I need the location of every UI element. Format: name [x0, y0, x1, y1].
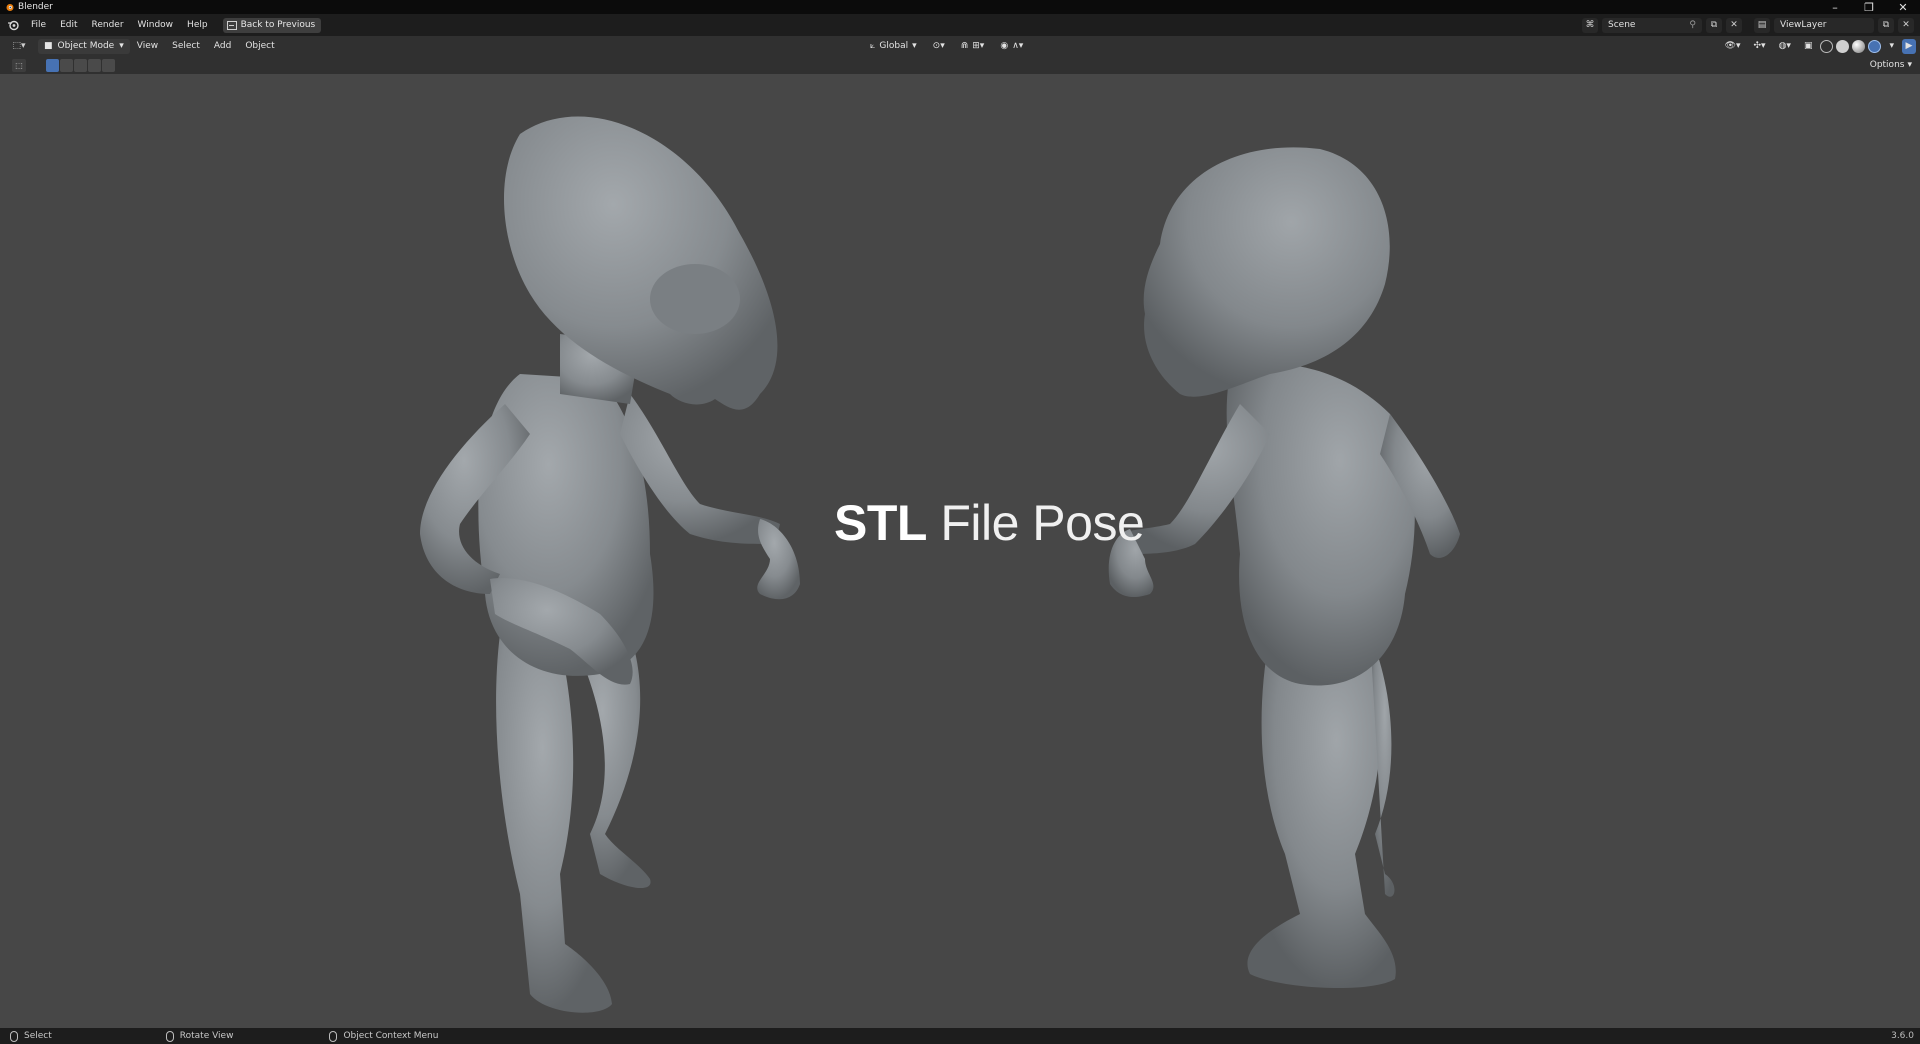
- back-to-previous-label: Back to Previous: [240, 20, 316, 30]
- transform-orientation-select[interactable]: ⟀ Global ▾: [865, 39, 922, 54]
- solid-shading-icon[interactable]: [1836, 39, 1850, 53]
- selection-mode-group: [46, 58, 115, 72]
- orientation-icon: ⟀: [870, 41, 876, 51]
- scene-selector-icon[interactable]: ⌘: [1582, 17, 1598, 33]
- delete-scene-icon[interactable]: ✕: [1726, 17, 1742, 33]
- window-title: Blender: [18, 2, 53, 12]
- menu-add[interactable]: Add: [207, 41, 238, 51]
- 3d-viewport[interactable]: STL File Pose: [0, 74, 1920, 1028]
- magnet-icon: ⋒: [960, 41, 969, 51]
- chevron-down-icon: ▾: [912, 41, 917, 51]
- scene-name: Scene: [1608, 20, 1636, 30]
- window-titlebar: Blender – ❐ ✕: [0, 0, 1920, 14]
- mouse-middle-icon: [165, 1030, 174, 1042]
- object-mode-select[interactable]: ■ Object Mode ▾: [38, 38, 130, 54]
- menu-object[interactable]: Object: [238, 41, 281, 51]
- new-view-layer-icon[interactable]: ⧉: [1878, 17, 1894, 33]
- select-new-icon[interactable]: [46, 58, 59, 72]
- maximize-icon[interactable]: ❐: [1852, 0, 1886, 14]
- menu-window[interactable]: Window: [131, 14, 181, 36]
- blender-logo-icon: [6, 4, 14, 11]
- status-select: Select: [10, 1030, 52, 1042]
- overlays-icon: ◍▾: [1778, 41, 1791, 51]
- status-bar: Select Rotate View Object Context Menu 3…: [0, 1028, 1920, 1044]
- viewport-headline: STL File Pose: [834, 494, 1145, 552]
- object-mode-label: Object Mode: [57, 41, 115, 51]
- gizmo-icon: ✣▾: [1753, 41, 1766, 51]
- rendered-shading-icon[interactable]: [1868, 39, 1882, 53]
- menu-file[interactable]: File: [24, 14, 53, 36]
- top-menu-bar: File Edit Render Window Help Back to Pre…: [0, 14, 1920, 36]
- editor-type-icon[interactable]: ⬚▾: [6, 38, 32, 54]
- minimize-icon[interactable]: –: [1818, 0, 1852, 14]
- options-dropdown[interactable]: Options ▾: [1870, 58, 1912, 72]
- shading-options[interactable]: ▾: [1884, 39, 1899, 54]
- status-context-label: Object Context Menu: [343, 1031, 439, 1041]
- viewport-header: ⬚▾ ■ Object Mode ▾ View Select Add Objec…: [0, 36, 1920, 56]
- chevron-down-icon: ▾: [119, 41, 124, 51]
- pivot-icon: ⊙▾: [932, 41, 945, 51]
- transform-orientation-label: Global: [879, 41, 909, 51]
- alien-model-left[interactable]: [420, 116, 800, 1013]
- delete-view-layer-icon[interactable]: ✕: [1898, 17, 1914, 33]
- menu-edit[interactable]: Edit: [53, 14, 84, 36]
- proportional-edit-icon: ◉: [1000, 41, 1009, 51]
- falloff-icon: ∧▾: [1012, 41, 1024, 51]
- status-context-menu: Object Context Menu: [329, 1030, 439, 1042]
- object-mode-icon: ■: [44, 41, 53, 51]
- view-layer-field[interactable]: ViewLayer: [1774, 17, 1874, 33]
- xray-toggle[interactable]: ▣: [1799, 39, 1818, 54]
- xray-icon: ▣: [1803, 41, 1813, 51]
- back-to-previous-button[interactable]: Back to Previous: [222, 17, 322, 33]
- material-preview-shading-icon[interactable]: [1852, 39, 1866, 53]
- play-icon: ▶: [1905, 41, 1913, 51]
- view-layer-selector-icon[interactable]: ▤: [1754, 17, 1770, 33]
- alien-model-right[interactable]: [1108, 147, 1460, 989]
- mouse-right-icon: [329, 1030, 338, 1042]
- headline-light: File Pose: [940, 495, 1145, 551]
- overlays-toggle[interactable]: ◍▾: [1774, 39, 1796, 54]
- blender-version: 3.6.0: [1891, 1031, 1914, 1041]
- pin-icon[interactable]: ⚲: [1689, 20, 1696, 30]
- wireframe-shading-icon[interactable]: [1820, 39, 1834, 53]
- new-scene-icon[interactable]: ⧉: [1706, 17, 1722, 33]
- select-difference-icon[interactable]: [88, 58, 101, 72]
- select-intersect-icon[interactable]: [102, 58, 115, 72]
- menu-help[interactable]: Help: [180, 14, 215, 36]
- menu-render[interactable]: Render: [85, 14, 131, 36]
- visibility-select[interactable]: 👁▾: [1720, 39, 1746, 54]
- status-rotate-label: Rotate View: [179, 1031, 234, 1041]
- blender-icon: [8, 20, 19, 31]
- snap-toggle[interactable]: ⋒ ⊞▾: [956, 39, 990, 54]
- status-rotate-view: Rotate View: [165, 1030, 234, 1042]
- tool-settings-header: ⬚ Options ▾: [0, 56, 1920, 74]
- gizmo-toggle[interactable]: ✣▾: [1749, 39, 1771, 54]
- screen-back-icon: [226, 20, 237, 30]
- blender-menu-button[interactable]: [2, 19, 24, 31]
- options-label: Options: [1869, 60, 1905, 70]
- proportional-edit-toggle[interactable]: ◉ ∧▾: [995, 39, 1028, 54]
- scene-field[interactable]: Scene ⚲: [1602, 17, 1702, 33]
- eye-icon: 👁▾: [1724, 41, 1741, 51]
- snap-target-icon: ⊞▾: [972, 41, 985, 51]
- select-tool-icon[interactable]: ⬚: [12, 58, 26, 72]
- status-select-label: Select: [24, 1031, 52, 1041]
- select-extend-icon[interactable]: [60, 58, 73, 72]
- close-icon[interactable]: ✕: [1886, 0, 1920, 14]
- headline-bold: STL: [834, 495, 927, 551]
- menu-view[interactable]: View: [130, 41, 165, 51]
- view-layer-name: ViewLayer: [1780, 20, 1827, 30]
- select-subtract-icon[interactable]: [74, 58, 87, 72]
- pivot-point-select[interactable]: ⊙▾: [928, 39, 950, 54]
- render-preview-button[interactable]: ▶: [1902, 38, 1916, 54]
- chevron-down-icon: ▾: [1907, 60, 1912, 70]
- chevron-down-icon: ▾: [1889, 41, 1894, 51]
- mouse-left-icon: [10, 1030, 18, 1042]
- menu-select[interactable]: Select: [165, 41, 207, 51]
